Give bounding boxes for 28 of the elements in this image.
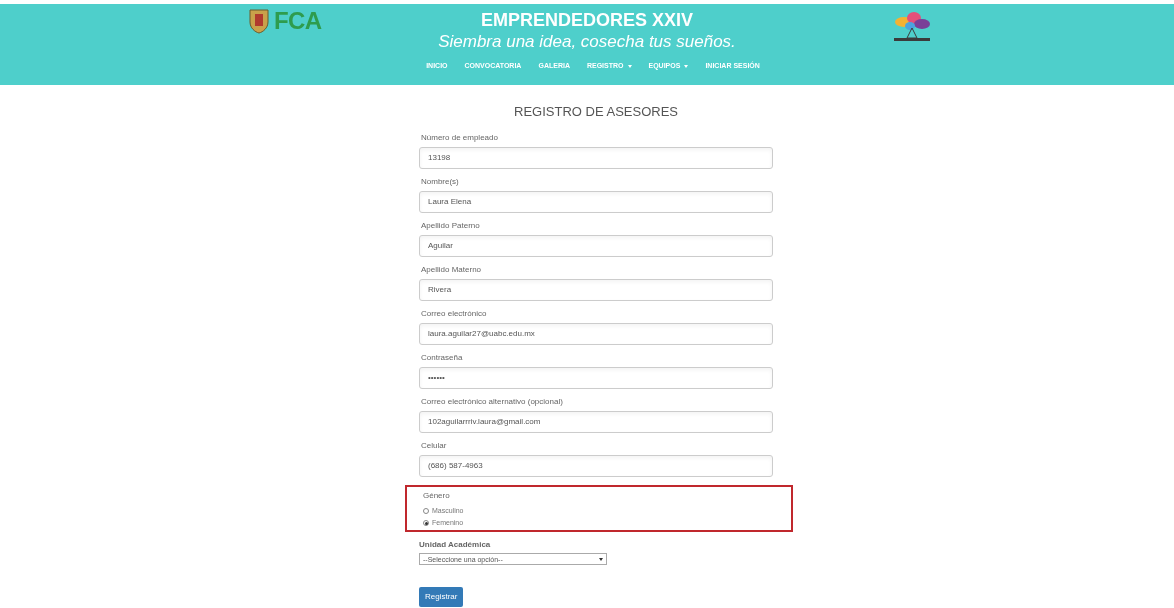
register-button[interactable]: Registrar — [419, 587, 464, 607]
input-field[interactable]: laura.aguilar27@uabc.edu.mx — [419, 323, 773, 345]
caret-icon — [599, 557, 603, 561]
input-field[interactable]: •••••• — [419, 367, 773, 389]
field-label: Número de empleado — [421, 133, 498, 143]
field-label: Celular — [421, 441, 447, 451]
field-label: Género — [423, 491, 450, 501]
form-title: REGISTRO DE ASESORES — [513, 104, 679, 120]
input-field[interactable]: Laura Elena — [419, 191, 773, 213]
caret-icon — [684, 64, 689, 68]
shield-icon — [248, 8, 270, 34]
input-field[interactable]: 13198 — [419, 147, 773, 169]
input-field[interactable]: Rivera — [419, 279, 773, 301]
input-field[interactable]: (686) 587-4963 — [419, 455, 773, 477]
field-label: Nombre(s) — [421, 177, 459, 187]
site-slogan: Siembra una idea, cosecha tus sueños. — [438, 31, 736, 53]
field-label: Apellido Materno — [421, 265, 482, 275]
field-label: Correo electrónico alternativo (opcional) — [421, 397, 563, 407]
field-label: Correo electrónico — [421, 309, 487, 319]
site-title: EMPRENDEDORES XXIV — [480, 9, 693, 31]
field-label: Apellido Paterno — [421, 221, 480, 231]
field-label: Unidad Académica — [419, 539, 492, 551]
caret-icon — [627, 64, 632, 68]
field-label: Contraseña — [421, 353, 463, 363]
logo-text: FCA — [274, 9, 322, 33]
input-field[interactable]: Aguilar — [419, 235, 773, 257]
radio-button[interactable] — [423, 520, 429, 526]
input-field[interactable]: 102aguilarrriv.laura@gmail.com — [419, 411, 773, 433]
